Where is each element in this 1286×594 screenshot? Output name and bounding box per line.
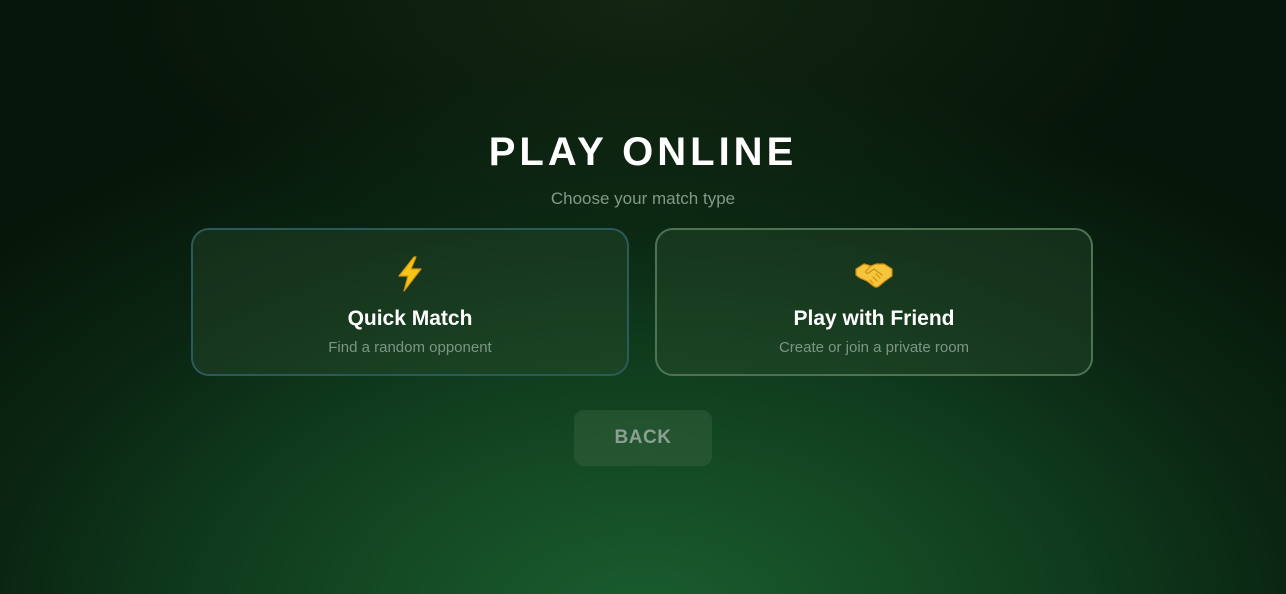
play-with-friend-description: Create or join a private room xyxy=(778,339,970,356)
page-title: PLAY ONLINE xyxy=(488,130,798,174)
play-with-friend-card[interactable]: Play with Friend Create or join a privat… xyxy=(655,228,1093,376)
quick-match-card[interactable]: Quick Match Find a random opponent xyxy=(191,228,629,376)
handshake-icon xyxy=(657,254,1091,294)
quick-match-label: Quick Match xyxy=(347,307,473,330)
lightning-icon xyxy=(193,254,627,294)
play-with-friend-label: Play with Friend xyxy=(793,307,955,330)
back-button[interactable]: BACK xyxy=(574,410,712,466)
quick-match-description: Find a random opponent xyxy=(328,339,492,356)
page-subtitle: Choose your match type xyxy=(550,189,736,208)
